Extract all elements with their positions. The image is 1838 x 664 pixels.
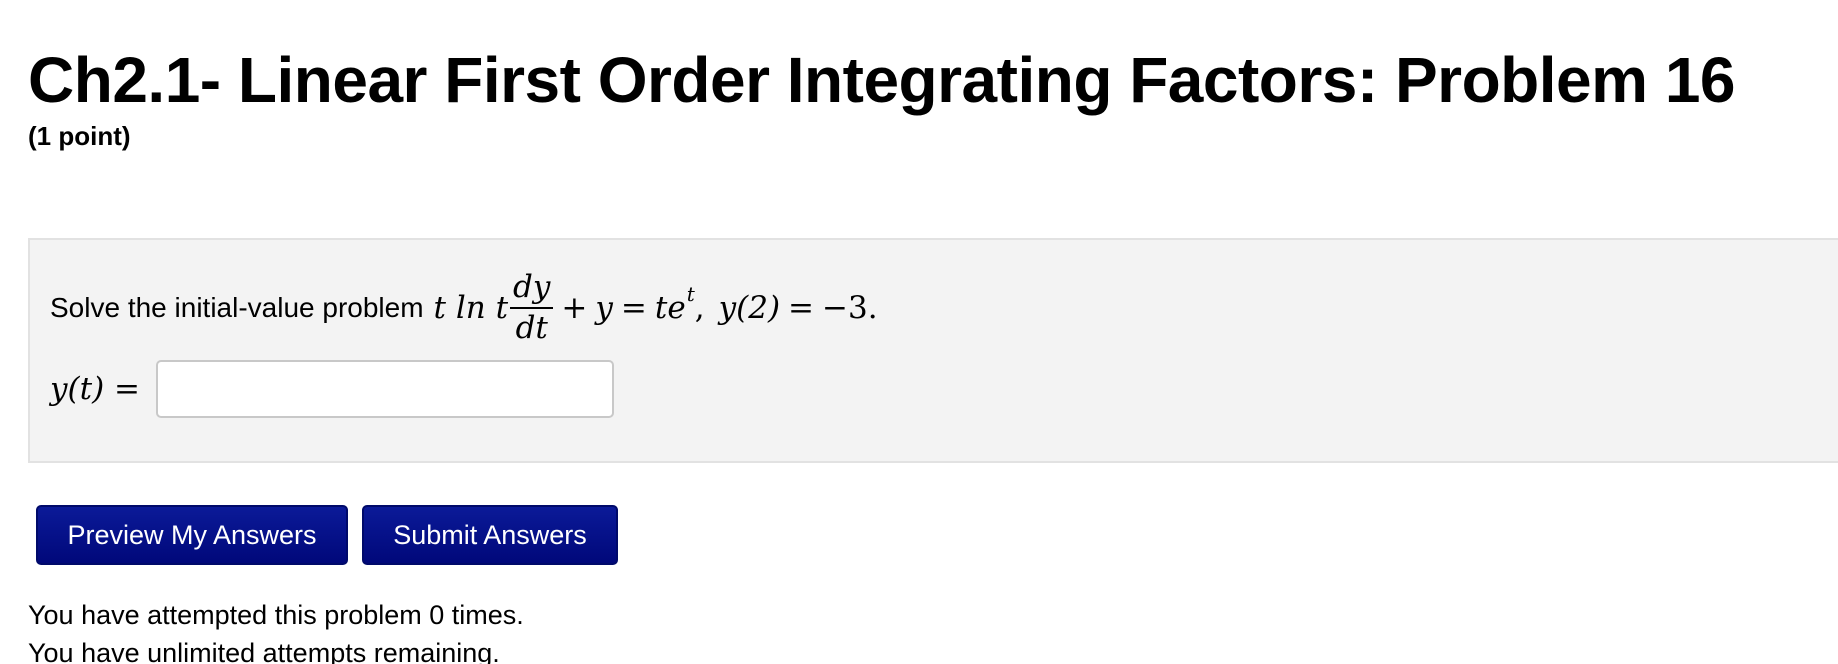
derivative-fraction: dy dt [510,272,554,346]
attempts-remaining-text: You have unlimited attempts remaining. [28,638,500,664]
equation-comma: , [694,290,705,326]
problem-points: (1 point) [28,121,131,151]
equation-y: y [595,290,613,326]
plus-sign: + [561,290,588,326]
submit-answers-button[interactable]: Submit Answers [362,505,618,565]
initial-condition-value: −3. [822,290,878,326]
attempts-info: You have attempted this problem 0 times.… [28,596,524,664]
equation-coefficient: t ln t [433,290,509,326]
fraction-numerator: dy [510,272,554,309]
initial-condition-equals: = [788,290,815,326]
preview-answers-button[interactable]: Preview My Answers [36,505,348,565]
answer-input[interactable] [156,360,614,418]
differential-equation: t ln t dy dt + y = te t , y(2) = −3. [434,272,878,344]
equals-sign: = [620,290,647,326]
answer-label: y(t) = [50,371,140,407]
problem-page: Ch2.1- Linear First Order Integrating Fa… [0,0,1838,664]
problem-panel: Solve the initial-value problem t ln t d… [28,238,1838,463]
attempts-count-text: You have attempted this problem 0 times. [28,600,524,630]
equation-exponent: t [686,282,695,306]
problem-statement: Solve the initial-value problem t ln t d… [50,258,878,358]
action-buttons: Preview My Answers Submit Answers [36,505,618,565]
statement-text: Solve the initial-value problem [50,292,424,323]
problem-title: Ch2.1- Linear First Order Integrating Fa… [28,44,1736,116]
initial-condition-lhs: y(2) [718,290,781,326]
fraction-denominator: dt [515,310,548,346]
equation-rhs: te [654,290,686,326]
answer-row: y(t) = [50,358,614,420]
